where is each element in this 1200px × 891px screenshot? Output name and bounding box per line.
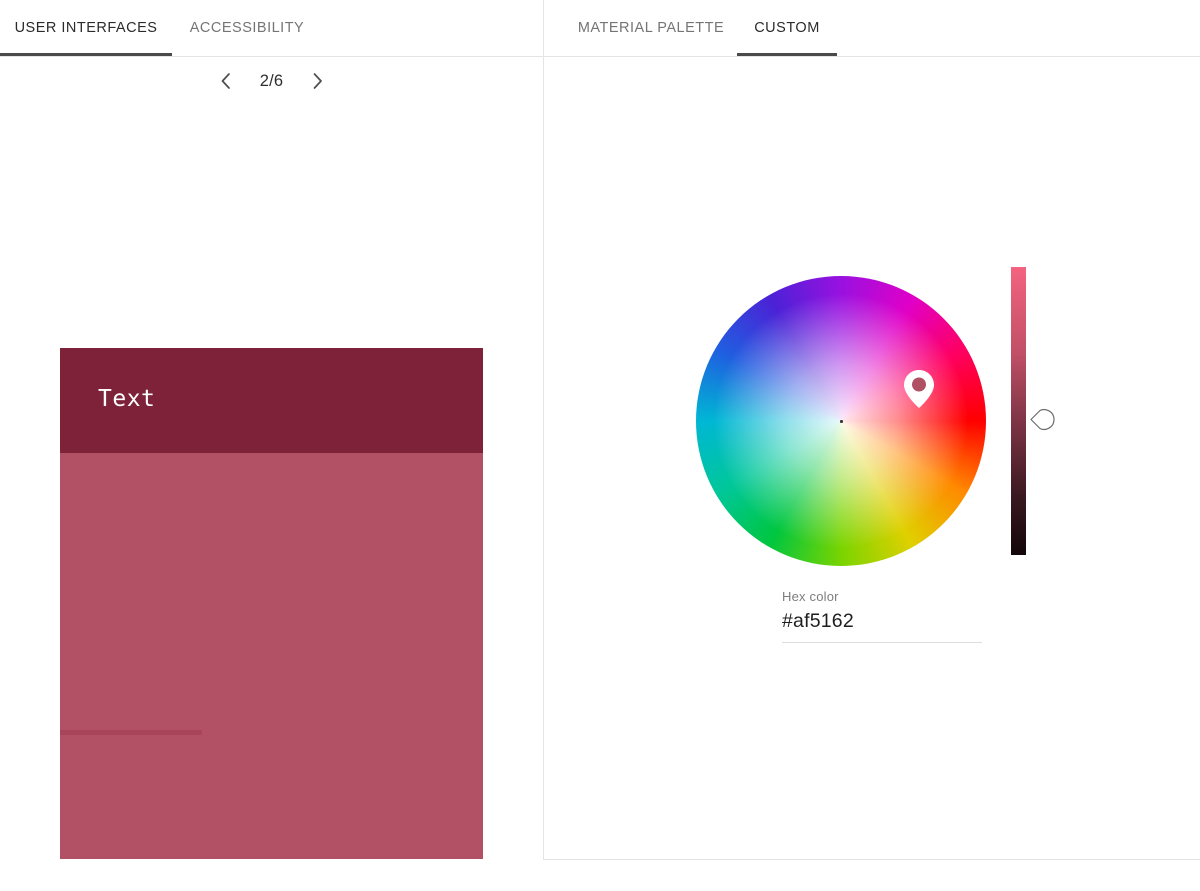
tab-accessibility[interactable]: ACCESSIBILITY (172, 0, 322, 56)
tab-custom-label: CUSTOM (754, 20, 820, 36)
preview-card-title: Text (98, 386, 156, 412)
left-preview-pane: USER INTERFACES ACCESSIBILITY 2/6 Text (0, 0, 543, 891)
hex-color-input[interactable] (782, 610, 982, 643)
preview-card-tab-indicator (60, 730, 202, 735)
pager-next-button[interactable] (305, 68, 331, 94)
tab-material-palette-label: MATERIAL PALETTE (577, 20, 725, 36)
brightness-slider[interactable] (1011, 267, 1026, 555)
chevron-right-icon (313, 73, 322, 89)
tab-user-interfaces[interactable]: USER INTERFACES (0, 0, 172, 56)
chevron-left-icon (221, 73, 230, 89)
tab-user-interfaces-label: USER INTERFACES (14, 20, 158, 36)
tab-material-palette[interactable]: MATERIAL PALETTE (565, 0, 737, 56)
preview-card-body (60, 453, 483, 859)
pager-prev-button[interactable] (213, 68, 239, 94)
right-tabbar: MATERIAL PALETTE CUSTOM (543, 0, 1200, 57)
preview-card-header: Text (60, 348, 483, 453)
hex-color-field: Hex color (782, 589, 982, 643)
tab-accessibility-label: ACCESSIBILITY (189, 20, 305, 36)
color-wheel-center-dot (839, 419, 843, 423)
custom-color-picker-panel: Hex color (543, 57, 1200, 860)
color-picker-screen: USER INTERFACES ACCESSIBILITY 2/6 Text M… (0, 0, 1200, 891)
hex-color-label: Hex color (782, 589, 839, 604)
theme-preview-card: Text ITEM 1 ITEM 2 ITEM 3 (60, 348, 483, 859)
slider-handle-icon[interactable] (1029, 407, 1057, 432)
tab-custom[interactable]: CUSTOM (737, 0, 837, 56)
right-picker-pane: MATERIAL PALETTE CUSTOM Hex color #af516… (543, 0, 1200, 891)
map-pin-marker-icon[interactable] (902, 368, 936, 410)
left-tabbar: USER INTERFACES ACCESSIBILITY (0, 0, 543, 57)
pager-page-label: 2/6 (259, 71, 284, 90)
preview-pager: 2/6 (0, 57, 543, 105)
color-wheel[interactable] (696, 276, 986, 566)
